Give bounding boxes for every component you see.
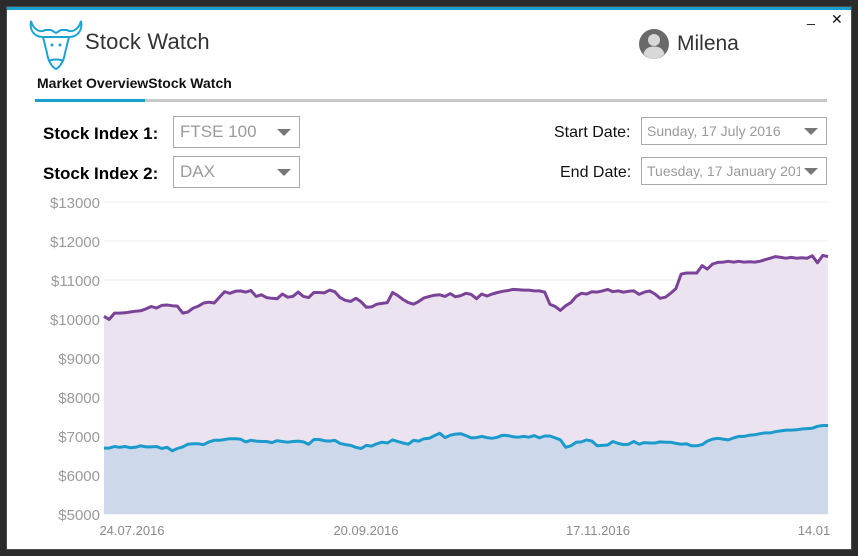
y-tick-label: $13000 — [50, 195, 100, 212]
x-tick-label: 24.07.2016 — [99, 523, 164, 538]
y-tick-label: $8000 — [58, 390, 100, 407]
x-tick-label: 20.09.2016 — [333, 523, 398, 538]
y-tick-label: $10000 — [50, 312, 100, 329]
x-tick-label: 17.11.2016 — [566, 523, 630, 538]
y-tick-label: $6000 — [58, 468, 100, 485]
y-tick-label: $7000 — [58, 429, 100, 446]
app-window: Stock Watch Milena _ ✕ Market Overview S… — [6, 6, 852, 550]
y-tick-label: $5000 — [58, 507, 100, 524]
y-tick-label: $12000 — [50, 234, 100, 251]
stock-chart: $5000 $6000 $7000 $8000 $9000 $10000 $11000 $12… — [50, 195, 831, 538]
y-tick-label: $11000 — [51, 273, 100, 290]
y-tick-label: $9000 — [58, 351, 100, 368]
x-tick-label: 14.01 — [798, 523, 831, 538]
